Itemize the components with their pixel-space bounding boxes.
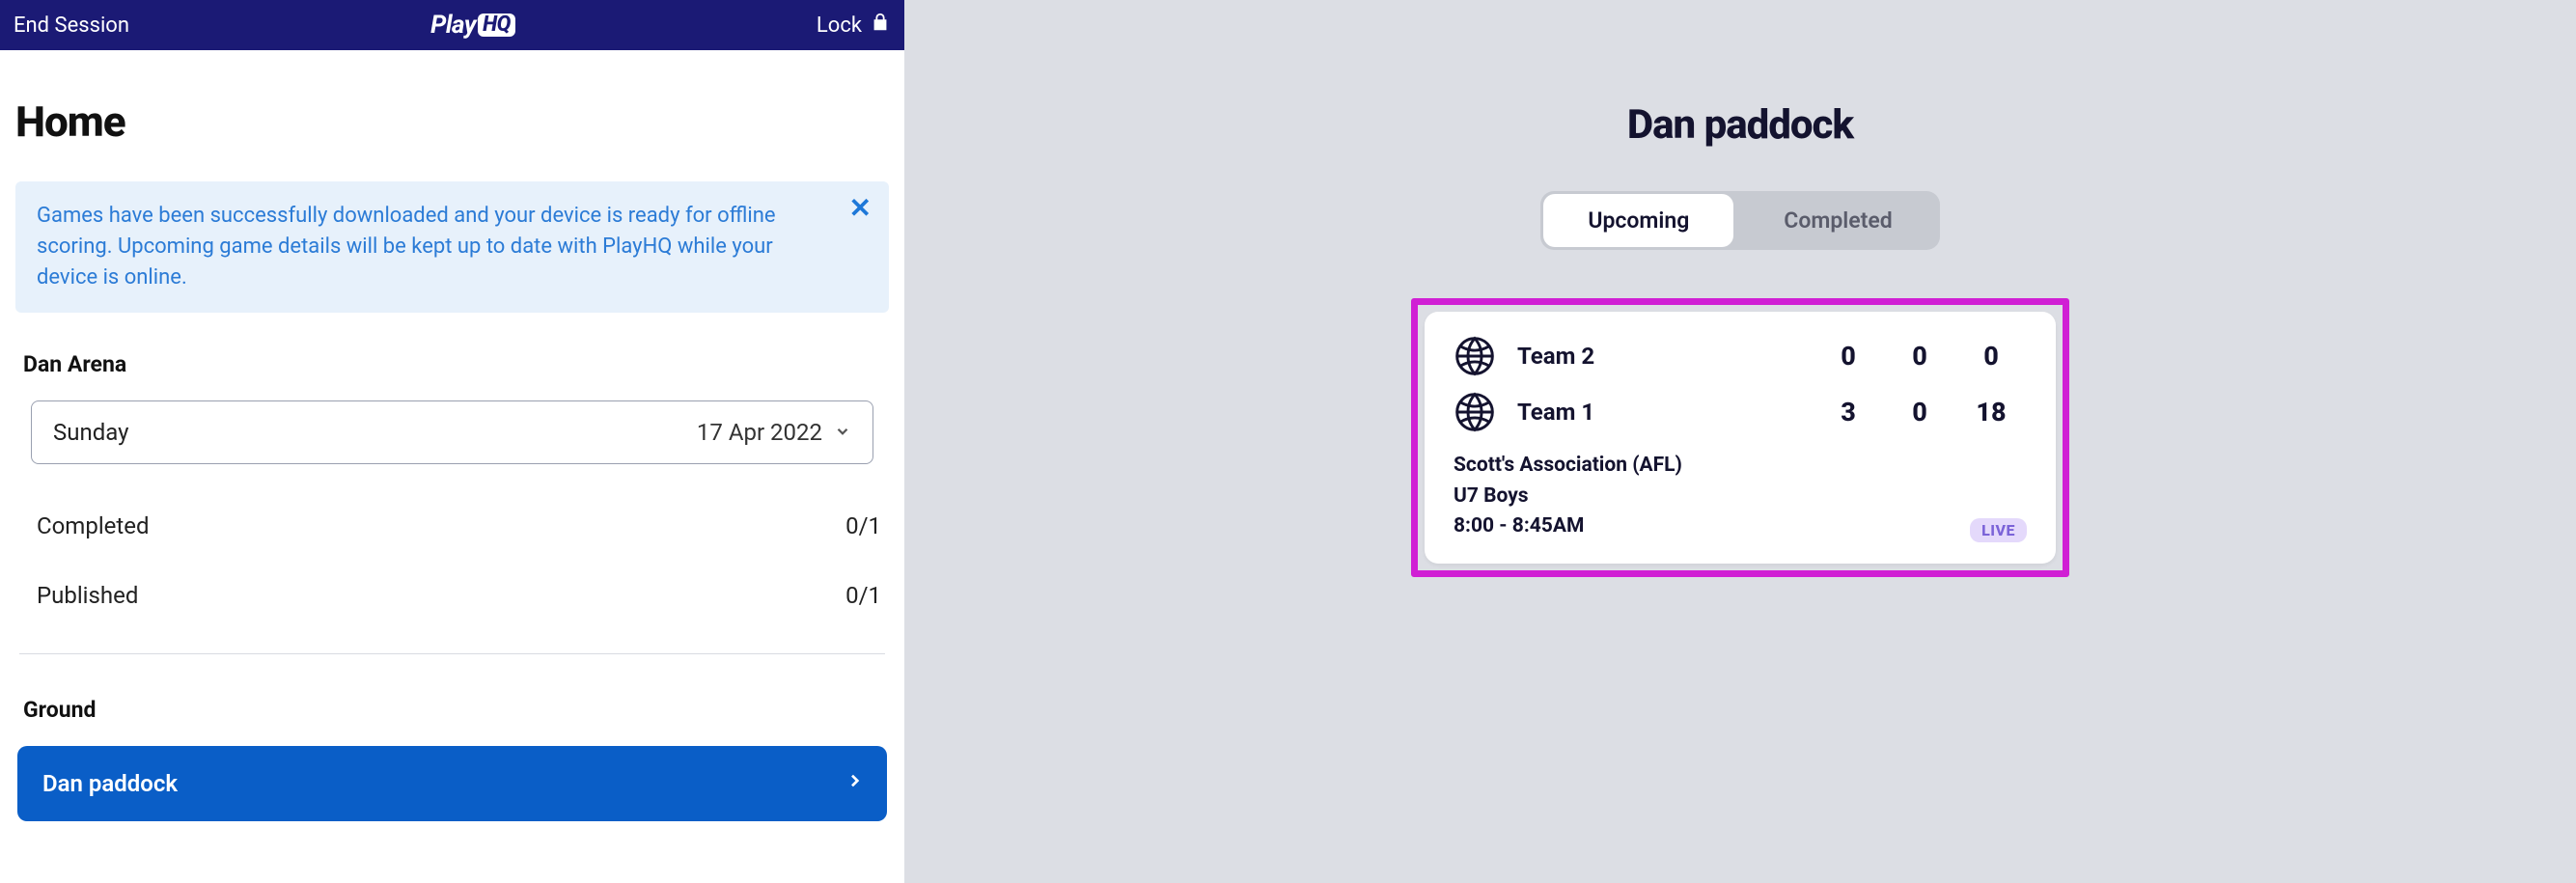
date-selector[interactable]: Sunday 17 Apr 2022	[31, 400, 873, 464]
game-time: 8:00 - 8:45AM	[1454, 511, 1682, 542]
home-score-1: 3	[1813, 397, 1884, 428]
completed-label: Completed	[37, 512, 150, 539]
game-association: Scott's Association (AFL)	[1454, 451, 1682, 482]
divider	[19, 653, 885, 654]
team-row-home: Team 1 3 0 18	[1454, 391, 2027, 433]
game-meta: Scott's Association (AFL) U7 Boys 8:00 -…	[1454, 451, 2027, 542]
chevron-down-icon	[834, 419, 851, 446]
lock-label: Lock	[817, 14, 862, 38]
right-panel: Dan paddock Upcoming Completed Team 2 0 …	[904, 0, 2576, 883]
published-label: Published	[37, 582, 138, 609]
published-value: 0/1	[845, 582, 881, 609]
segmented-control: Upcoming Completed	[1540, 191, 1939, 250]
team-home-name: Team 1	[1517, 399, 1813, 426]
arena-label: Dan Arena	[23, 351, 889, 377]
home-score-2: 0	[1884, 397, 1955, 428]
info-banner: Games have been successfully downloaded …	[15, 181, 889, 313]
date-value: 17 Apr 2022	[697, 419, 822, 446]
brand-play-text: Play	[430, 11, 476, 40]
game-grade: U7 Boys	[1454, 482, 1682, 512]
team-away-scores: 0 0 0	[1813, 341, 2027, 372]
home-score-3: 18	[1955, 397, 2027, 428]
home-content: Home Games have been successfully downlo…	[0, 50, 904, 821]
completed-value: 0/1	[845, 512, 881, 539]
end-session-label: End Session	[14, 14, 129, 38]
chevron-right-icon	[846, 769, 862, 798]
team-away-name: Team 2	[1517, 343, 1813, 370]
ground-button[interactable]: Dan paddock	[17, 746, 887, 821]
tab-upcoming[interactable]: Upcoming	[1543, 194, 1733, 247]
globe-icon	[1454, 335, 1496, 377]
team-home-scores: 3 0 18	[1813, 397, 2027, 428]
page-title: Home	[15, 97, 889, 147]
end-session-button[interactable]: End Session	[14, 14, 129, 38]
status-badge: LIVE	[1970, 518, 2027, 542]
highlighted-game-frame: Team 2 0 0 0 Team 1 3	[1411, 298, 2069, 577]
ground-title: Dan paddock	[1627, 101, 1853, 149]
left-panel: End Session PlayHQ Lock Home Games have …	[0, 0, 904, 883]
stat-row-completed: Completed 0/1	[15, 491, 889, 561]
lock-icon	[870, 12, 891, 39]
ground-button-label: Dan paddock	[42, 770, 178, 797]
game-meta-text: Scott's Association (AFL) U7 Boys 8:00 -…	[1454, 451, 1682, 542]
stat-row-published: Published 0/1	[15, 561, 889, 630]
date-day: Sunday	[53, 419, 129, 446]
brand-logo: PlayHQ	[430, 11, 515, 40]
globe-icon	[1454, 391, 1496, 433]
lock-button[interactable]: Lock	[817, 12, 891, 39]
away-score-2: 0	[1884, 341, 1955, 372]
game-card[interactable]: Team 2 0 0 0 Team 1 3	[1425, 312, 2056, 564]
info-banner-text: Games have been successfully downloaded …	[37, 201, 831, 293]
tab-completed[interactable]: Completed	[1739, 194, 1936, 247]
brand-hq-text: HQ	[478, 14, 515, 37]
away-score-3: 0	[1955, 341, 2027, 372]
team-row-away: Team 2 0 0 0	[1454, 335, 2027, 377]
app-header: End Session PlayHQ Lock	[0, 0, 904, 50]
away-score-1: 0	[1813, 341, 1884, 372]
close-icon[interactable]: ✕	[849, 195, 872, 222]
ground-label: Ground	[23, 697, 889, 723]
